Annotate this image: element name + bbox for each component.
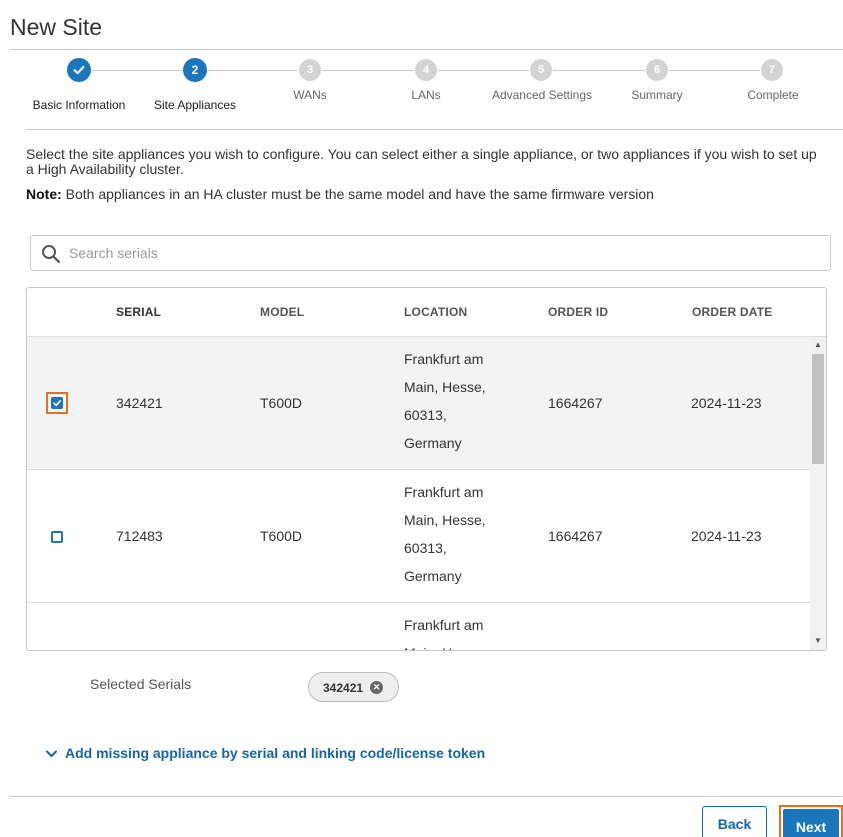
step-label-summary: Summary: [631, 88, 683, 102]
search-box[interactable]: [30, 235, 831, 271]
page-title: New Site: [10, 14, 103, 40]
remove-chip-icon[interactable]: ✕: [370, 681, 383, 694]
column-header-model[interactable]: MODEL: [260, 305, 304, 319]
search-icon: [42, 245, 61, 264]
step-label-site-appliances[interactable]: Site Appliances: [140, 98, 250, 112]
step-connector: [207, 70, 298, 71]
row-checkbox[interactable]: [51, 397, 63, 409]
table-row[interactable]: 342421 T600D Frankfurt am Main, Hesse, 6…: [27, 337, 810, 470]
next-button[interactable]: Next: [783, 809, 839, 837]
add-missing-appliance-toggle[interactable]: Add missing appliance by serial and link…: [46, 745, 485, 761]
cell-location: Frankfurt am Main, Hesse,: [404, 611, 504, 650]
title-divider: [10, 49, 843, 50]
column-header-serial[interactable]: SERIAL: [116, 305, 161, 319]
step-connector: [438, 70, 529, 71]
step-label-basic-information[interactable]: Basic Information: [24, 98, 134, 112]
check-icon: [73, 65, 85, 75]
step-connector: [669, 70, 760, 71]
appliances-table: SERIAL MODEL LOCATION ORDER ID ORDER DAT…: [26, 287, 827, 651]
location-line: Main, Hesse,: [404, 639, 504, 650]
step-label-wans: WANs: [293, 88, 327, 102]
location-line: Main, Hesse,: [404, 512, 486, 528]
check-icon: [53, 400, 61, 407]
step-5-indicator: 5: [530, 59, 552, 81]
intro-text: Select the site appliances you wish to c…: [26, 146, 817, 177]
cell-model: T600D: [260, 528, 303, 544]
serial-chip: 342421 ✕: [308, 672, 399, 702]
note-body: Both appliances in an HA cluster must be…: [61, 186, 654, 202]
row-checkbox[interactable]: [51, 531, 63, 543]
table-scrollbar[interactable]: ▲ ▼: [810, 337, 826, 650]
note-text: Note: Both appliances in an HA cluster m…: [26, 186, 654, 202]
footer-divider: [10, 796, 843, 797]
column-header-order-id[interactable]: ORDER ID: [548, 305, 608, 319]
scrollbar-thumb[interactable]: [812, 354, 824, 464]
scroll-up-arrow-icon[interactable]: ▲: [814, 340, 822, 349]
cell-serial: 342421: [116, 395, 163, 411]
cell-serial: 712483: [116, 528, 163, 544]
cell-order-date: 2024-11-23: [691, 395, 762, 411]
table-header: SERIAL MODEL LOCATION ORDER ID ORDER DAT…: [27, 288, 826, 337]
chevron-down-icon: [46, 745, 57, 761]
back-button[interactable]: Back: [702, 806, 767, 837]
cell-order-date: 2024-11-23: [691, 528, 762, 544]
location-line: Frankfurt am: [404, 617, 484, 633]
step-1-check-icon[interactable]: [67, 58, 91, 82]
location-line: Main, Hesse,: [404, 379, 486, 395]
serial-chip-label: 342421: [323, 681, 364, 695]
column-header-location[interactable]: LOCATION: [404, 305, 467, 319]
table-row[interactable]: 712483 T600D Frankfurt am Main, Hesse, 6…: [27, 470, 810, 603]
step-7-indicator: 7: [761, 59, 783, 81]
step-connector: [553, 70, 645, 71]
location-line: Germany: [404, 435, 462, 451]
row-checkbox-focus[interactable]: [46, 392, 68, 414]
next-button-focus[interactable]: Next: [779, 805, 843, 837]
scroll-down-arrow-icon[interactable]: ▼: [814, 636, 822, 645]
cell-location: Frankfurt am Main, Hesse, 60313, Germany: [404, 345, 504, 457]
selected-serials-label: Selected Serials: [90, 676, 192, 692]
table-row[interactable]: Frankfurt am Main, Hesse,: [27, 603, 810, 650]
step-4-indicator: 4: [415, 59, 437, 81]
location-line: Germany: [404, 568, 462, 584]
note-label: Note:: [26, 186, 62, 202]
cell-order-id: 1664267: [548, 528, 603, 544]
cell-location: Frankfurt am Main, Hesse, 60313, Germany: [404, 478, 504, 590]
step-label-complete: Complete: [747, 88, 799, 102]
step-6-indicator: 6: [646, 59, 668, 81]
cell-order-id: 1664267: [548, 395, 603, 411]
location-line: 60313,: [404, 407, 447, 423]
step-connector: [322, 70, 414, 71]
step-label-lans: LANs: [411, 88, 441, 102]
add-missing-appliance-label: Add missing appliance by serial and link…: [65, 745, 486, 761]
step-connector: [92, 70, 182, 71]
search-input[interactable]: [69, 237, 819, 269]
table-body: 342421 T600D Frankfurt am Main, Hesse, 6…: [27, 337, 810, 650]
step-label-advanced-settings: Advanced Settings: [491, 88, 593, 102]
location-line: 60313,: [404, 540, 447, 556]
location-line: Frankfurt am: [404, 484, 484, 500]
location-line: Frankfurt am: [404, 351, 484, 367]
stepper-divider: [26, 129, 843, 130]
step-2-indicator[interactable]: 2: [183, 58, 207, 82]
cell-model: T600D: [260, 395, 303, 411]
column-header-order-date[interactable]: ORDER DATE: [692, 305, 772, 319]
step-3-indicator: 3: [299, 59, 321, 81]
